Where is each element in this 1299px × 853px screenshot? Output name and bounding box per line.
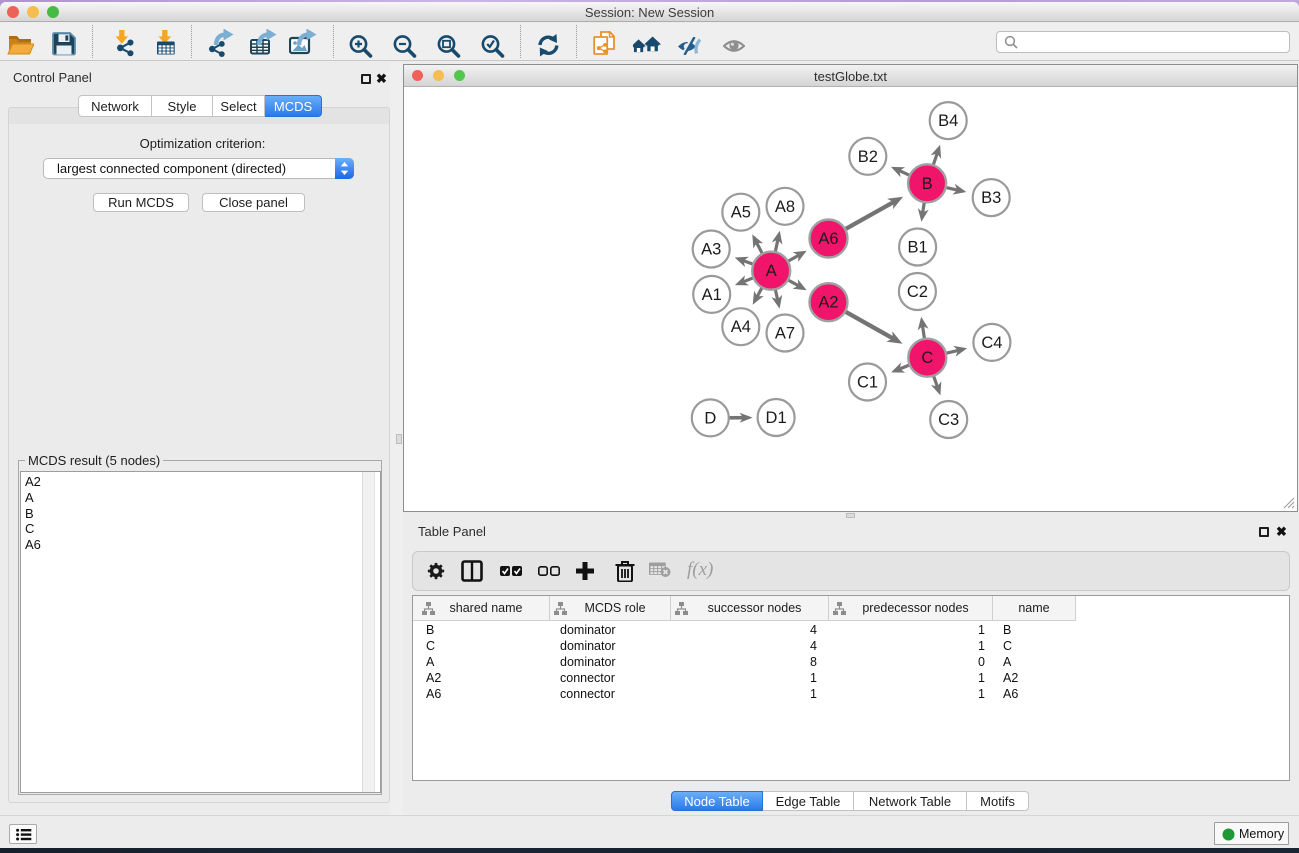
- svg-text:B1: B1: [908, 239, 928, 257]
- svg-text:A8: A8: [775, 198, 795, 216]
- svg-text:A2: A2: [818, 294, 838, 312]
- svg-text:A6: A6: [818, 230, 838, 248]
- svg-text:C3: C3: [938, 411, 959, 429]
- svg-text:D: D: [704, 409, 716, 427]
- svg-text:C2: C2: [907, 283, 928, 301]
- svg-text:D1: D1: [766, 409, 787, 427]
- svg-text:B3: B3: [981, 189, 1001, 207]
- svg-text:A1: A1: [702, 286, 722, 304]
- svg-text:C4: C4: [981, 334, 1002, 352]
- svg-text:A7: A7: [775, 325, 795, 343]
- svg-text:A4: A4: [731, 318, 751, 336]
- svg-text:C: C: [921, 349, 933, 367]
- svg-text:C1: C1: [857, 374, 878, 392]
- svg-text:A: A: [766, 262, 777, 280]
- svg-text:B2: B2: [858, 148, 878, 166]
- svg-text:B: B: [922, 175, 933, 193]
- svg-text:B4: B4: [938, 112, 958, 130]
- svg-text:A5: A5: [731, 204, 751, 222]
- svg-text:A3: A3: [701, 241, 721, 259]
